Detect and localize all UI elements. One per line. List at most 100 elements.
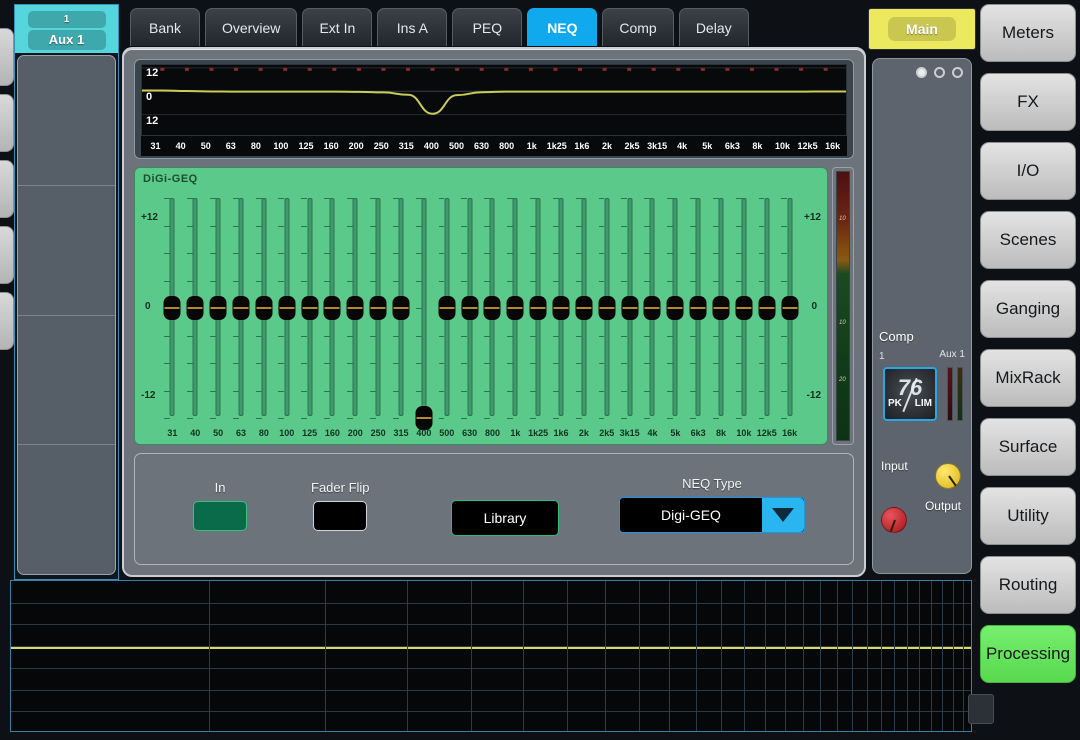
fader-flip-button[interactable] bbox=[313, 501, 368, 531]
channel-strip[interactable]: 1 Aux 1 bbox=[14, 4, 119, 580]
fader-knob[interactable] bbox=[186, 296, 204, 320]
page-dot-2[interactable] bbox=[934, 67, 945, 78]
tab-bank[interactable]: Bank bbox=[130, 8, 200, 46]
geq-fader-16k[interactable] bbox=[778, 198, 801, 419]
fader-knob[interactable] bbox=[758, 296, 776, 320]
fader-knob[interactable] bbox=[369, 296, 387, 320]
fader-knob[interactable] bbox=[552, 296, 570, 320]
fader-knob[interactable] bbox=[301, 296, 319, 320]
input-gain-knob[interactable] bbox=[935, 463, 961, 489]
geq-fader-2k5[interactable] bbox=[595, 198, 618, 419]
nav-mixrack[interactable]: MixRack bbox=[980, 349, 1076, 407]
main-button[interactable]: Main bbox=[868, 8, 976, 50]
geq-fader-6k3[interactable] bbox=[687, 198, 710, 419]
frequency-response-graph[interactable]: 12 0 12 31 40 50 63 80 100 125 160 200 250 315 400 5… bbox=[134, 59, 854, 159]
rta-scroll-handle[interactable] bbox=[968, 694, 994, 724]
tab-ext-in[interactable]: Ext In bbox=[302, 8, 373, 46]
nav-fx[interactable]: FX bbox=[980, 73, 1076, 131]
geq-fader-315[interactable] bbox=[390, 198, 413, 419]
edge-tab-stub[interactable] bbox=[0, 292, 14, 350]
geq-fader-8k[interactable] bbox=[710, 198, 733, 419]
fader-knob[interactable] bbox=[575, 296, 593, 320]
tab-overview[interactable]: Overview bbox=[205, 8, 298, 46]
tab-peq[interactable]: PEQ bbox=[452, 8, 523, 46]
nav-processing[interactable]: Processing bbox=[980, 625, 1076, 683]
fader-knob[interactable] bbox=[232, 296, 250, 320]
fader-knob[interactable] bbox=[209, 296, 227, 320]
fader-knob[interactable] bbox=[781, 296, 799, 320]
geq-fader-800[interactable] bbox=[481, 198, 504, 419]
nav-routing[interactable]: Routing bbox=[980, 556, 1076, 614]
nav-i-o[interactable]: I/O bbox=[980, 142, 1076, 200]
tab-ins-a[interactable]: Ins A bbox=[377, 8, 448, 46]
pk-lim-compressor-icon[interactable]: 76 PK LIM bbox=[883, 367, 937, 421]
fader-knob[interactable] bbox=[712, 296, 730, 320]
fader-knob[interactable] bbox=[666, 296, 684, 320]
geq-fader-10k[interactable] bbox=[732, 198, 755, 419]
fader-knob[interactable] bbox=[598, 296, 616, 320]
edge-tab-stub[interactable] bbox=[0, 28, 14, 86]
library-button[interactable]: Library bbox=[451, 500, 559, 536]
geq-fader-40[interactable] bbox=[184, 198, 207, 419]
geq-fader-125[interactable] bbox=[298, 198, 321, 419]
neq-type-select[interactable]: Digi-GEQ bbox=[619, 497, 805, 533]
nav-meters[interactable]: Meters bbox=[980, 4, 1076, 62]
fader-knob[interactable] bbox=[255, 296, 273, 320]
geq-fader-1k25[interactable] bbox=[527, 198, 550, 419]
page-dot-3[interactable] bbox=[952, 67, 963, 78]
fader-knob[interactable] bbox=[346, 296, 364, 320]
tab-delay[interactable]: Delay bbox=[678, 8, 749, 46]
fader-knob[interactable] bbox=[689, 296, 707, 320]
geq-fader-630[interactable] bbox=[458, 198, 481, 419]
geq-fader-63[interactable] bbox=[230, 198, 253, 419]
fader-knob[interactable] bbox=[438, 296, 456, 320]
geq-fader-1k[interactable] bbox=[504, 198, 527, 419]
fader-knob[interactable] bbox=[506, 296, 524, 320]
digi-geq-panel[interactable]: DiGi-GEQ +12 0 -12 +12 0 -12 31 40 50 63 80 1… bbox=[134, 167, 828, 445]
tab-neq[interactable]: NEQ bbox=[527, 8, 598, 46]
tab-comp[interactable]: Comp bbox=[602, 8, 674, 46]
geq-fader-500[interactable] bbox=[435, 198, 458, 419]
page-dot-1[interactable] bbox=[916, 67, 927, 78]
geq-fader-12k5[interactable] bbox=[755, 198, 778, 419]
geq-fader-4k[interactable] bbox=[641, 198, 664, 419]
geq-fader-100[interactable] bbox=[275, 198, 298, 419]
channel-header[interactable]: 1 Aux 1 bbox=[15, 5, 118, 53]
geq-fader-31[interactable] bbox=[161, 198, 184, 419]
channel-section[interactable] bbox=[18, 445, 115, 574]
geq-fader-5k[interactable] bbox=[664, 198, 687, 419]
fader-knob[interactable] bbox=[461, 296, 479, 320]
geq-fader-400[interactable] bbox=[412, 198, 435, 430]
fader-knob[interactable] bbox=[392, 296, 410, 320]
nav-utility[interactable]: Utility bbox=[980, 487, 1076, 545]
chevron-down-icon[interactable] bbox=[762, 498, 804, 532]
fader-knob[interactable] bbox=[163, 296, 181, 320]
output-gain-knob[interactable] bbox=[881, 507, 907, 533]
in-button[interactable] bbox=[193, 501, 247, 531]
fader-knob[interactable] bbox=[529, 296, 547, 320]
fader-knob[interactable] bbox=[278, 296, 296, 320]
fader-knob[interactable] bbox=[643, 296, 661, 320]
nav-surface[interactable]: Surface bbox=[980, 418, 1076, 476]
nav-scenes[interactable]: Scenes bbox=[980, 211, 1076, 269]
fader-knob[interactable] bbox=[621, 296, 639, 320]
channel-section[interactable] bbox=[18, 56, 115, 186]
geq-fader-80[interactable] bbox=[252, 198, 275, 419]
geq-fader-3k15[interactable] bbox=[618, 198, 641, 419]
fader-knob[interactable] bbox=[323, 296, 341, 320]
channel-section[interactable] bbox=[18, 186, 115, 316]
channel-section[interactable] bbox=[18, 316, 115, 446]
edge-tab-stub[interactable] bbox=[0, 94, 14, 152]
geq-fader-1k6[interactable] bbox=[550, 198, 573, 419]
page-indicator-dots[interactable] bbox=[916, 67, 963, 78]
rta-spectrum-panel[interactable] bbox=[10, 580, 972, 732]
edge-tab-stub[interactable] bbox=[0, 226, 14, 284]
geq-fader-50[interactable] bbox=[207, 198, 230, 419]
geq-fader-250[interactable] bbox=[367, 198, 390, 419]
fader-knob[interactable] bbox=[483, 296, 501, 320]
fader-knob[interactable] bbox=[735, 296, 753, 320]
geq-fader-160[interactable] bbox=[321, 198, 344, 419]
edge-tab-stub[interactable] bbox=[0, 160, 14, 218]
nav-ganging[interactable]: Ganging bbox=[980, 280, 1076, 338]
geq-fader-200[interactable] bbox=[344, 198, 367, 419]
